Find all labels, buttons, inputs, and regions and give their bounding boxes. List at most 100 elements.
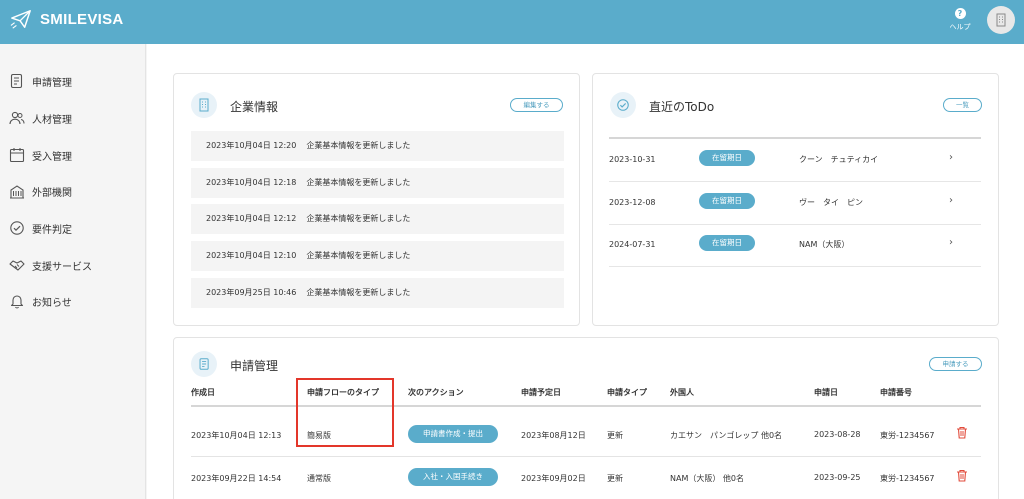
column-header: 作成日 bbox=[191, 388, 215, 397]
log-message: 企業基本情報を更新しました bbox=[306, 214, 411, 223]
log-time: 2023年10月04日 12:10 bbox=[206, 251, 297, 260]
todo-date: 2024-07-31 bbox=[609, 240, 656, 249]
main-content: 企業情報 編集する 2023年10月04日 12:20 企業基本情報を更新しました… bbox=[147, 44, 1024, 499]
building-icon bbox=[996, 13, 1006, 27]
handshake-icon bbox=[9, 260, 25, 271]
log-row: 2023年10月04日 12:18 企業基本情報を更新しました bbox=[191, 168, 564, 198]
sidebar-item-applications[interactable]: 申請管理 bbox=[9, 70, 72, 92]
avatar[interactable] bbox=[987, 6, 1015, 34]
log-time: 2023年10月04日 12:12 bbox=[206, 214, 297, 223]
sidebar-item-label: 申請管理 bbox=[32, 77, 72, 89]
application-card: 申請管理 申請する 作成日 申請フローのタイプ 次のアクション 申請予定日 申請… bbox=[173, 337, 999, 499]
column-header: 次のアクション bbox=[408, 388, 464, 397]
cell-application-type: 更新 bbox=[607, 431, 623, 440]
status-badge: 在留期日 bbox=[699, 193, 755, 209]
log-message: 企業基本情報を更新しました bbox=[306, 141, 411, 150]
application-icon-wrap bbox=[191, 351, 217, 377]
application-icon bbox=[10, 73, 23, 89]
divider bbox=[609, 137, 981, 139]
building-icon bbox=[10, 185, 24, 199]
todo-date: 2023-12-08 bbox=[609, 198, 656, 207]
cell-created: 2023年10月04日 12:13 bbox=[191, 431, 282, 440]
todo-name: ヴー タイ ピン bbox=[799, 198, 863, 207]
card-title: 企業情報 bbox=[230, 100, 279, 114]
paper-plane-icon bbox=[10, 10, 31, 29]
chevron-right-icon[interactable]: › bbox=[949, 152, 953, 163]
company-icon-wrap bbox=[191, 92, 217, 118]
status-badge: 在留期日 bbox=[699, 235, 755, 251]
status-badge: 在留期日 bbox=[699, 150, 755, 166]
edit-button[interactable]: 編集する bbox=[510, 98, 563, 112]
building-icon bbox=[199, 98, 209, 112]
brand[interactable]: SMILEVISA bbox=[10, 8, 124, 30]
todo-date: 2023-10-31 bbox=[609, 155, 656, 164]
row-divider bbox=[191, 456, 981, 457]
sidebar-item-label: お知らせ bbox=[32, 297, 72, 309]
chevron-right-icon[interactable]: › bbox=[949, 195, 953, 206]
list-button[interactable]: 一覧 bbox=[943, 98, 982, 112]
log-message: 企業基本情報を更新しました bbox=[306, 251, 411, 260]
cell-foreigner: NAM（大阪） 他0名 bbox=[670, 474, 744, 483]
top-bar: SMILEVISA ? ヘルプ bbox=[0, 0, 1024, 44]
trash-icon[interactable] bbox=[956, 426, 968, 439]
todo-row[interactable]: 2023-10-31 在留期日 クーン チュティカイ › bbox=[609, 140, 981, 182]
next-action-button[interactable]: 入社・入国手続き bbox=[408, 468, 498, 486]
card-title: 直近のToDo bbox=[649, 100, 715, 114]
cell-created: 2023年09月22日 14:54 bbox=[191, 474, 282, 483]
log-time: 2023年10月04日 12:20 bbox=[206, 141, 297, 150]
log-row: 2023年10月04日 12:12 企業基本情報を更新しました bbox=[191, 204, 564, 234]
brand-name: SMILEVISA bbox=[40, 10, 124, 28]
log-message: 企業基本情報を更新しました bbox=[306, 288, 411, 297]
cell-planned-date: 2023年08月12日 bbox=[521, 431, 586, 440]
calendar-icon bbox=[9, 148, 25, 163]
application-icon bbox=[199, 358, 209, 370]
log-row: 2023年09月25日 10:46 企業基本情報を更新しました bbox=[191, 278, 564, 308]
next-action-button[interactable]: 申請書作成・提出 bbox=[408, 425, 498, 443]
log-row: 2023年10月04日 12:20 企業基本情報を更新しました bbox=[191, 131, 564, 161]
sidebar-item-talent[interactable]: 人材管理 bbox=[9, 107, 72, 129]
log-message: 企業基本情報を更新しました bbox=[306, 178, 411, 187]
help-icon: ? bbox=[954, 8, 966, 19]
log-row: 2023年10月04日 12:10 企業基本情報を更新しました bbox=[191, 241, 564, 271]
cell-planned-date: 2023年09月02日 bbox=[521, 474, 586, 483]
sidebar-item-label: 受入管理 bbox=[32, 151, 72, 163]
check-circle-icon bbox=[617, 99, 629, 111]
cell-foreigner: カエサン パンゴレップ 他0名 bbox=[670, 431, 783, 440]
help-label: ヘルプ bbox=[949, 23, 971, 31]
users-icon bbox=[9, 111, 25, 125]
apply-button[interactable]: 申請する bbox=[929, 357, 982, 371]
chevron-right-icon[interactable]: › bbox=[949, 237, 953, 248]
check-circle-icon bbox=[10, 221, 24, 235]
sidebar-item-label: 外部機関 bbox=[32, 187, 72, 199]
card-title: 申請管理 bbox=[230, 359, 279, 373]
sidebar-item-acceptance[interactable]: 受入管理 bbox=[9, 144, 72, 166]
column-header: 外国人 bbox=[670, 388, 694, 397]
todo-card: 直近のToDo 一覧 2023-10-31 在留期日 クーン チュティカイ › … bbox=[592, 73, 999, 326]
column-header: 申請番号 bbox=[880, 388, 912, 397]
trash-icon[interactable] bbox=[956, 469, 968, 482]
todo-icon-wrap bbox=[610, 92, 636, 118]
column-header: 申請日 bbox=[814, 388, 838, 397]
todo-row[interactable]: 2023-12-08 在留期日 ヴー タイ ピン › bbox=[609, 183, 981, 225]
todo-row[interactable]: 2024-07-31 在留期日 NAM（大阪） › bbox=[609, 225, 981, 267]
sidebar-item-external[interactable]: 外部機関 bbox=[9, 180, 72, 202]
highlight-box bbox=[296, 378, 394, 447]
cell-application-number: 東労-1234567 bbox=[880, 431, 935, 440]
cell-applied-date: 2023-08-28 bbox=[814, 430, 861, 439]
bell-icon bbox=[10, 295, 24, 309]
cell-application-type: 更新 bbox=[607, 474, 623, 483]
sidebar-item-label: 支援サービス bbox=[32, 261, 92, 273]
sidebar-item-notices[interactable]: お知らせ bbox=[9, 290, 72, 312]
company-info-card: 企業情報 編集する 2023年10月04日 12:20 企業基本情報を更新しました… bbox=[173, 73, 580, 326]
sidebar-item-label: 要件判定 bbox=[32, 224, 72, 236]
cell-application-number: 東労-1234567 bbox=[880, 474, 935, 483]
help-button[interactable]: ? ヘルプ bbox=[946, 8, 974, 32]
todo-name: クーン チュティカイ bbox=[799, 155, 879, 164]
column-header: 申請予定日 bbox=[521, 388, 561, 397]
sidebar: 申請管理 人材管理 受入管理 外部機関 要件判定 支援サービス お知らせ bbox=[0, 44, 146, 499]
sidebar-item-requirements[interactable]: 要件判定 bbox=[9, 217, 72, 239]
cell-applied-date: 2023-09-25 bbox=[814, 473, 861, 482]
cell-flow-type: 通常版 bbox=[307, 474, 331, 483]
column-header: 申請タイプ bbox=[607, 388, 647, 397]
sidebar-item-support[interactable]: 支援サービス bbox=[9, 254, 92, 276]
